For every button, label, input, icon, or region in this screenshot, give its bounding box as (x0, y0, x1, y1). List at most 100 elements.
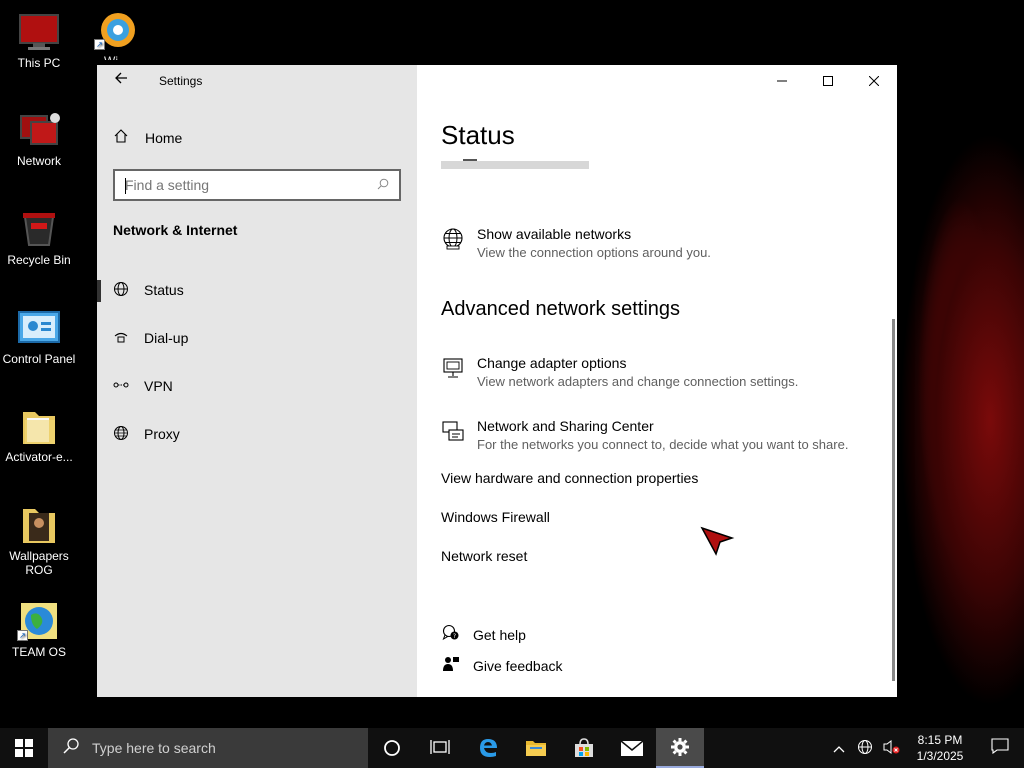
sidebar-item-label: VPN (144, 378, 173, 394)
desktop-icon-label: Activator-e... (5, 450, 73, 464)
notifications-icon[interactable] (976, 737, 1024, 759)
content-scrollbar[interactable] (892, 319, 895, 681)
globe-icon: ↗ (17, 601, 61, 641)
close-button[interactable] (851, 65, 897, 97)
sidebar-item-vpn[interactable]: VPN (97, 366, 417, 406)
adapter-monitor-icon (441, 356, 465, 380)
clock-time: 8:15 PM (917, 733, 963, 747)
home-label: Home (145, 130, 183, 146)
cortana-icon (384, 740, 400, 756)
task-view-button[interactable] (416, 728, 464, 768)
link-title: Change adapter options (477, 355, 627, 371)
link-description: For the networks you connect to, decide … (477, 437, 849, 452)
link-description: View the connection options around you. (477, 245, 711, 260)
text-caret (125, 178, 126, 194)
globe-network-icon (441, 227, 465, 251)
file-explorer-button[interactable] (512, 728, 560, 768)
show-networks-link[interactable]: Show available networks View the connect… (441, 225, 711, 262)
network-icon (17, 110, 61, 150)
desktop-icon-network[interactable]: Network (0, 110, 78, 168)
sidebar-item-label: Status (144, 282, 184, 298)
desktop-icon-label: TEAM OS (11, 645, 66, 659)
mouse-cursor-icon (700, 524, 736, 560)
desktop-icon-this-pc[interactable]: This PC (0, 12, 78, 70)
clock[interactable]: 8:15 PM 1/3/2025 (904, 732, 976, 764)
edge-taskbar-button[interactable] (464, 728, 512, 768)
get-help-label: Get help (473, 627, 526, 643)
advanced-settings-heading: Advanced network settings (441, 298, 681, 320)
network-sharing-center-link[interactable]: Network and Sharing Center For the netwo… (441, 417, 848, 454)
windows-logo-icon (15, 739, 33, 757)
store-button[interactable] (560, 728, 608, 768)
sidebar-item-proxy[interactable]: Proxy (97, 414, 417, 454)
get-help-link[interactable]: ? Get help (441, 624, 526, 646)
taskbar-search-placeholder: Type here to search (92, 740, 216, 756)
mail-button[interactable] (608, 728, 656, 768)
network-globe-icon[interactable] (852, 739, 878, 758)
task-view-icon (430, 740, 450, 754)
settings-window: Settings Home Find a setting Network & I… (97, 65, 897, 697)
browser-icon: ↗ (94, 10, 138, 50)
view-hardware-link[interactable]: View hardware and connection properties (441, 470, 698, 486)
sidebar-item-label: Proxy (144, 426, 180, 442)
recycle-bin-icon (17, 209, 61, 249)
change-adapter-options-link[interactable]: Change adapter options View network adap… (441, 354, 798, 391)
sidebar-item-dial-up[interactable]: Dial-up (97, 318, 417, 358)
link-description: View network adapters and change connect… (477, 374, 799, 389)
folder-icon (17, 505, 61, 545)
desktop-icon-label: Control Panel (2, 352, 76, 366)
help-chat-icon: ? (441, 624, 461, 646)
give-feedback-label: Give feedback (473, 658, 563, 674)
desktop-icon-label: Wi... (77, 54, 155, 60)
window-title: Settings (159, 74, 203, 88)
strip-dash (463, 159, 477, 161)
vpn-icon (113, 377, 129, 396)
search-icon (62, 737, 80, 760)
back-arrow-icon[interactable] (111, 71, 131, 91)
scrolled-content-strip (441, 159, 589, 169)
search-placeholder: Find a setting (125, 177, 210, 193)
section-title: Network & Internet (113, 222, 238, 238)
link-title: Network and Sharing Center (477, 418, 654, 434)
settings-taskbar-button[interactable] (656, 728, 704, 768)
windows-firewall-link[interactable]: Windows Firewall (441, 509, 550, 525)
link-title: Show available networks (477, 226, 632, 242)
desktop-icon-control-panel[interactable]: Control Panel (0, 308, 78, 366)
network-reset-link[interactable]: Network reset (441, 548, 527, 564)
taskbar: Type here to search 8:15 PM 1/3/2025 (0, 728, 1024, 768)
home-nav-item[interactable]: Home (113, 127, 182, 149)
volume-muted-icon[interactable] (878, 739, 904, 758)
desktop-icon-label: This PC (17, 56, 61, 70)
globe-status-icon (113, 281, 129, 300)
sidebar-item-status[interactable]: Status (97, 270, 417, 310)
mail-icon (620, 740, 644, 756)
system-tray: 8:15 PM 1/3/2025 (826, 728, 1024, 768)
globe-icon (113, 425, 129, 444)
title-bar[interactable]: Settings (97, 65, 417, 97)
sidebar: Settings Home Find a setting Network & I… (97, 65, 417, 697)
maximize-button[interactable] (805, 65, 851, 97)
show-hidden-icons-chevron-icon[interactable] (826, 740, 852, 756)
folder-icon (17, 406, 61, 446)
search-icon[interactable] (377, 178, 389, 193)
shortcut-arrow-icon: ↗ (17, 630, 28, 641)
feedback-icon (441, 655, 461, 677)
control-panel-icon (17, 308, 61, 348)
taskbar-search-input[interactable]: Type here to search (48, 728, 368, 768)
minimize-button[interactable] (759, 65, 805, 97)
dialup-icon (113, 329, 129, 348)
desktop-icon-team-os[interactable]: ↗ TEAM OS (0, 601, 78, 659)
page-title: Status (441, 120, 515, 150)
desktop-icon-recycle-bin[interactable]: Recycle Bin (0, 209, 78, 267)
give-feedback-link[interactable]: Give feedback (441, 655, 563, 677)
desktop-icon-wallpapers[interactable]: Wallpapers ROG (0, 505, 78, 577)
monitor-icon (17, 12, 61, 52)
start-button[interactable] (0, 728, 48, 768)
desktop-icon-partial[interactable]: ↗ Wi... (77, 10, 155, 60)
desktop-icon-activator[interactable]: Activator-e... (0, 406, 78, 464)
search-input[interactable]: Find a setting (113, 169, 401, 201)
cortana-button[interactable] (368, 728, 416, 768)
window-controls (759, 65, 897, 97)
edge-icon (480, 739, 497, 757)
shortcut-arrow-icon: ↗ (94, 39, 105, 50)
